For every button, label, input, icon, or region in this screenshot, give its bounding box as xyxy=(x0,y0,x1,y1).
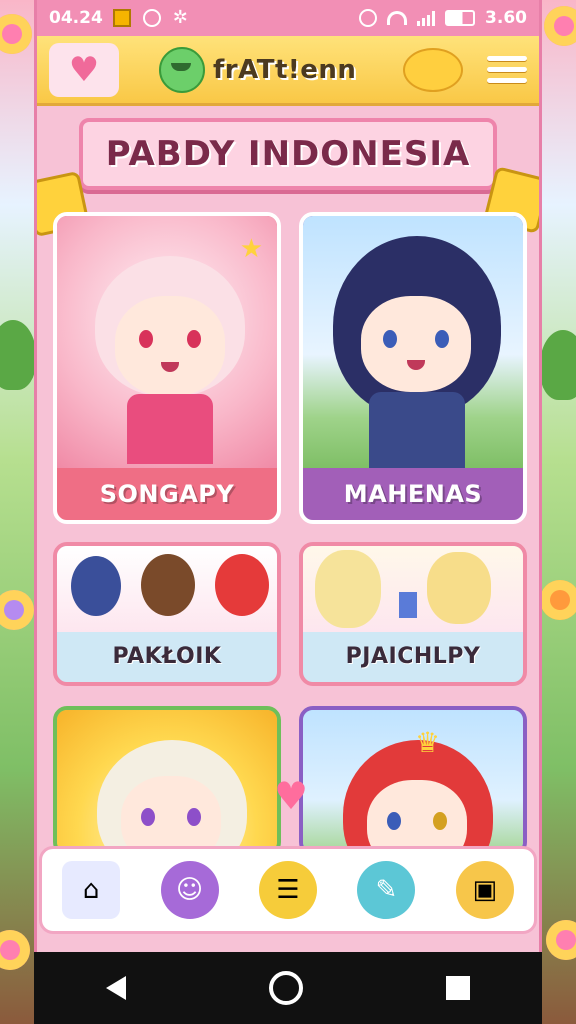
app-screen: 04.24 ✲ 3.60 ♥ frATt!enn PABDY INDONESIA xyxy=(34,0,542,952)
card-label: PAKŁOIK xyxy=(112,643,222,669)
card-illustration: ★ xyxy=(57,216,277,468)
back-icon[interactable] xyxy=(105,976,126,1000)
flower-decoration xyxy=(0,590,34,630)
category-card[interactable]: ♛ xyxy=(299,706,527,856)
edit-icon[interactable]: ✎ xyxy=(357,861,416,919)
mascot-icon xyxy=(159,46,205,93)
alarm-icon xyxy=(142,9,161,27)
character-body xyxy=(127,394,213,464)
character-avatar xyxy=(315,550,381,628)
list-icon[interactable]: ☰ xyxy=(258,861,317,919)
character-face xyxy=(121,776,221,852)
right-scenery xyxy=(536,0,576,1024)
card-illustration xyxy=(57,546,277,632)
home-button-icon[interactable] xyxy=(268,971,303,1005)
home-icon[interactable]: ⌂ xyxy=(62,861,121,919)
chick-mascot-icon xyxy=(403,47,463,92)
character-avatar xyxy=(427,552,491,624)
card-illustration xyxy=(303,546,523,632)
category-card[interactable] xyxy=(53,706,281,856)
category-card[interactable]: ★ SONGAPY xyxy=(53,212,281,524)
status-right: 3.60 xyxy=(359,8,527,28)
bottom-navigation: ⌂ ☺ ☰ ✎ ▣ xyxy=(39,846,537,934)
page-title: PABDY INDONESIA xyxy=(105,134,471,174)
battery-icon xyxy=(445,10,476,26)
star-icon: ★ xyxy=(239,234,263,264)
card-label: PJAICHLPY xyxy=(345,643,481,669)
floating-heart-icon: ♥ xyxy=(273,774,309,818)
heart-icon: ♥ xyxy=(68,49,100,90)
category-card[interactable]: PJAICHLPY xyxy=(299,542,527,686)
status-time: 04.24 xyxy=(49,8,103,28)
signal-icon xyxy=(417,10,436,26)
flower-decoration xyxy=(546,920,576,960)
system-navigation-bar xyxy=(34,952,542,1024)
logo-text: frATt!enn xyxy=(213,54,357,85)
wifi-icon xyxy=(387,11,408,25)
category-card[interactable]: MAHENAS xyxy=(299,212,527,524)
recent-apps-icon[interactable] xyxy=(446,976,471,1000)
settings-gear-icon: ✲ xyxy=(172,7,188,28)
card-illustration xyxy=(303,216,523,468)
favorites-button[interactable]: ♥ xyxy=(49,42,119,97)
tree-decoration xyxy=(540,330,576,400)
character-body xyxy=(369,392,465,468)
character-avatar xyxy=(141,554,195,616)
character-face xyxy=(367,780,467,852)
album-icon[interactable]: ▣ xyxy=(455,861,514,919)
chat-icon[interactable]: ☺ xyxy=(160,861,219,919)
character-avatar xyxy=(71,556,121,616)
card-illustration xyxy=(57,710,277,852)
category-card[interactable]: PAKŁOIK xyxy=(53,542,281,686)
clock-icon xyxy=(359,9,378,27)
card-label: SONGAPY xyxy=(99,480,235,508)
app-logo: frATt!enn xyxy=(159,46,357,93)
flower-decoration xyxy=(544,6,576,46)
notification-square-icon xyxy=(112,9,131,27)
tree-decoration xyxy=(0,320,36,390)
app-header: ♥ frATt!enn xyxy=(37,36,539,106)
hamburger-menu-button[interactable] xyxy=(487,56,527,83)
battery-level: 3.60 xyxy=(485,8,527,28)
character-face xyxy=(361,296,471,392)
character-avatar xyxy=(215,554,269,616)
flower-decoration xyxy=(0,14,32,54)
card-label: MAHENAS xyxy=(343,480,483,508)
crown-icon: ♛ xyxy=(415,726,441,759)
book-icon xyxy=(399,592,417,618)
character-face xyxy=(115,296,225,396)
card-illustration: ♛ xyxy=(303,710,523,852)
flower-decoration xyxy=(540,580,576,620)
flower-decoration xyxy=(0,930,30,970)
page-title-banner: PABDY INDONESIA xyxy=(79,118,497,190)
status-bar: 04.24 ✲ 3.60 xyxy=(37,0,539,36)
